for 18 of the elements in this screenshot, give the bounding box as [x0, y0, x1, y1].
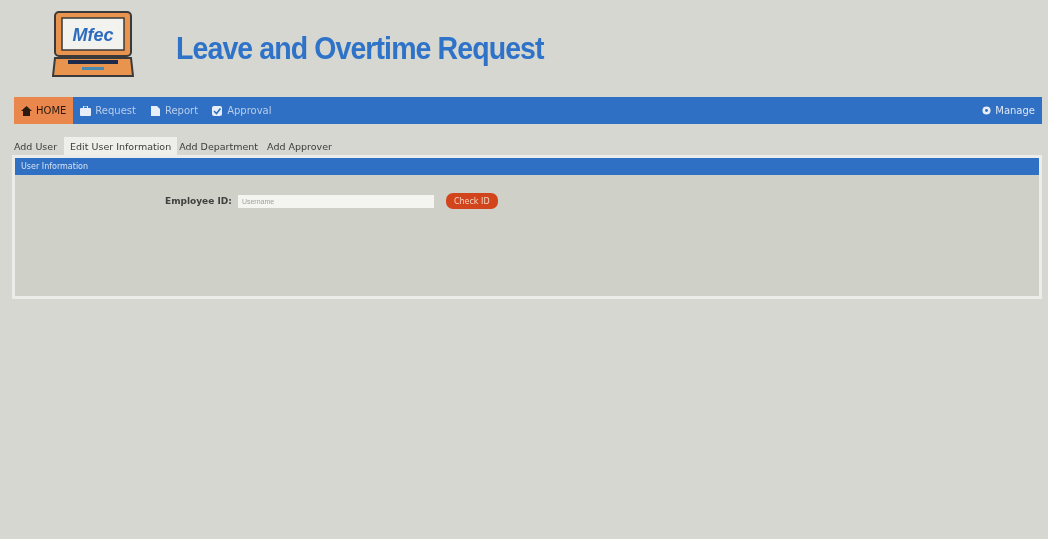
laptop-logo: Mfec — [52, 9, 134, 80]
tab[interactable]: Add Department — [177, 137, 266, 155]
document-icon — [149, 105, 161, 116]
tab[interactable]: Add User — [12, 137, 65, 155]
nav-link[interactable]: Approval — [205, 97, 279, 124]
field-label: Employee ID: — [165, 196, 232, 206]
tab[interactable]: Edit User Information — [64, 137, 178, 155]
nav-link[interactable]: HOME — [14, 97, 74, 124]
nav-link[interactable]: Request — [73, 97, 143, 124]
panel-header: User Information — [15, 158, 1039, 175]
page-title: Leave and Overtime Request — [176, 30, 544, 67]
gear-icon — [982, 106, 992, 115]
home-icon — [21, 105, 32, 116]
checkbox-icon — [212, 105, 224, 116]
tab[interactable]: Add Approver — [265, 137, 339, 155]
manage-link[interactable]: Manage — [975, 97, 1042, 124]
briefcase-icon — [80, 105, 92, 116]
check-id-button[interactable]: Check ID — [445, 193, 498, 209]
